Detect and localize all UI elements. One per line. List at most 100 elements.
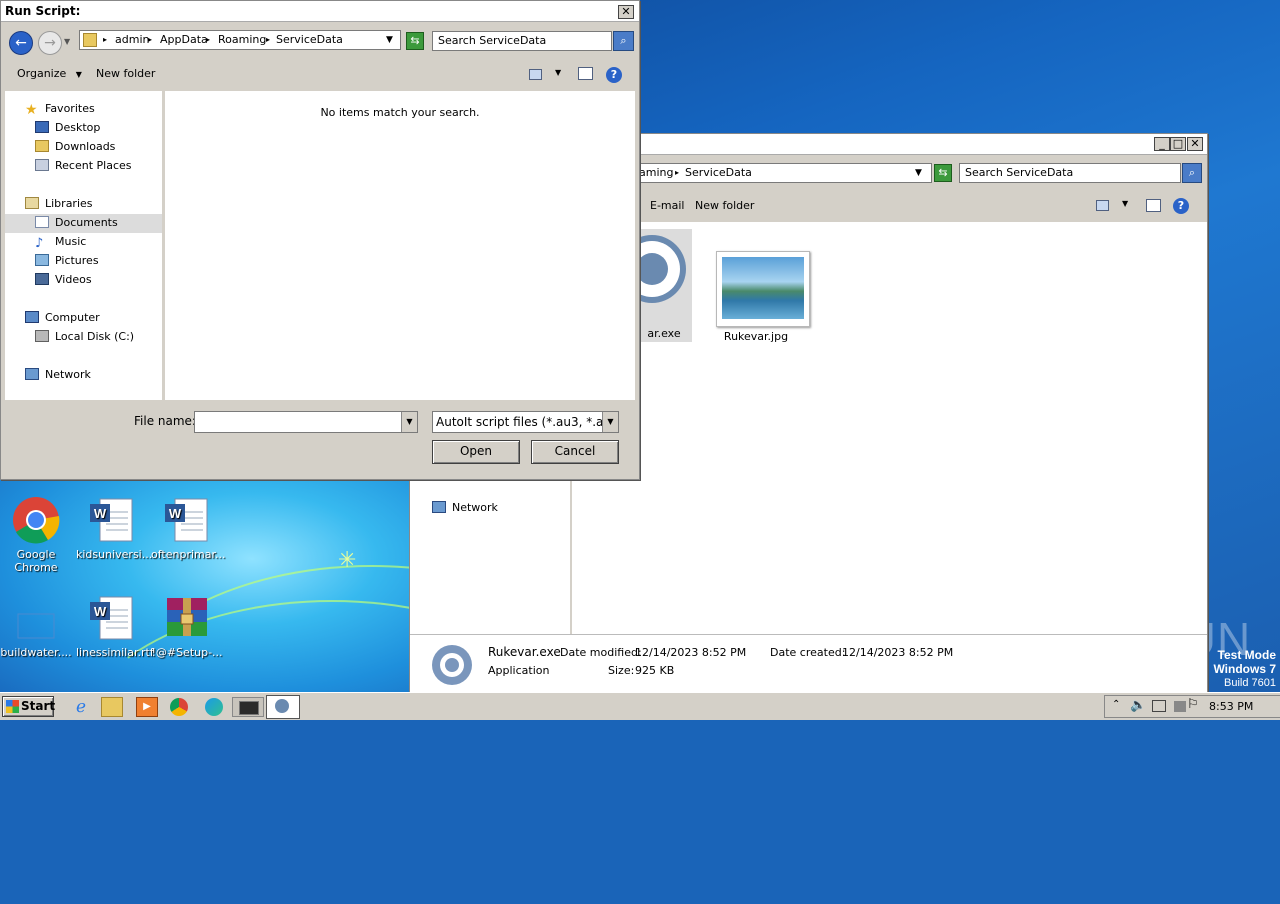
music-icon: ♪: [35, 236, 44, 251]
explorer-icon[interactable]: [101, 697, 123, 717]
desktop-icon-label: oftenprimar...: [151, 548, 226, 561]
clock[interactable]: 8:53 PM: [1209, 700, 1253, 713]
nav-item-computer[interactable]: Computer: [25, 310, 100, 326]
action-center-flag-icon[interactable]: ⚐: [1187, 697, 1199, 712]
close-button[interactable]: ✕: [618, 5, 634, 19]
show-hidden-icons-icon[interactable]: ⌃: [1112, 699, 1120, 710]
views-dropdown-icon[interactable]: ▼: [555, 68, 561, 77]
open-file-dialog[interactable]: Run Script: ✕ ← → ▼ ▸ admin ▸ AppData ▸ …: [0, 0, 640, 480]
dialog-address-bar[interactable]: ▸ admin ▸ AppData ▸ Roaming ▸ ServiceDat…: [79, 30, 401, 50]
file-item-selected[interactable]: ar.exe: [618, 229, 692, 342]
breadcrumb-arrow-icon[interactable]: ▸: [206, 31, 210, 49]
volume-icon[interactable]: 🔈: [1130, 698, 1146, 713]
nav-item-pictures[interactable]: Pictures: [35, 253, 99, 269]
ie-icon[interactable]: ℯ: [70, 697, 92, 717]
breadcrumb-segment[interactable]: Roaming: [218, 31, 266, 49]
back-button[interactable]: ←: [9, 31, 33, 55]
breadcrumb-arrow-icon[interactable]: ▸: [148, 31, 152, 49]
nav-item-libraries[interactable]: Libraries: [25, 196, 93, 212]
open-button[interactable]: Open: [432, 440, 520, 464]
help-icon[interactable]: ?: [1173, 198, 1189, 214]
explorer-search-input[interactable]: Search ServiceData: [959, 163, 1181, 183]
dialog-titlebar[interactable]: Run Script:: [1, 1, 639, 22]
views-icon[interactable]: [1096, 200, 1109, 211]
autoit-icon[interactable]: [266, 695, 300, 719]
winrar-icon: [163, 594, 211, 642]
breadcrumb-arrow-icon[interactable]: ▸: [266, 31, 270, 49]
file-name-dropdown-icon[interactable]: ▼: [401, 412, 417, 432]
views-icon[interactable]: [529, 69, 542, 80]
address-dropdown-icon[interactable]: ▼: [915, 164, 922, 182]
media-player-icon[interactable]: ▶: [136, 697, 158, 717]
breadcrumb-arrow-icon[interactable]: ▸: [675, 164, 679, 182]
nav-item-downloads[interactable]: Downloads: [35, 139, 115, 155]
refresh-icon[interactable]: ⇆: [406, 32, 424, 50]
minimize-button[interactable]: _: [1154, 137, 1170, 151]
dialog-search-input[interactable]: Search ServiceData: [432, 31, 612, 51]
desktop-icon-doc[interactable]: W oftenprimar...: [151, 496, 226, 561]
file-type-dropdown-icon[interactable]: ▼: [602, 412, 618, 432]
nav-label: Network: [452, 501, 498, 514]
dialog-file-list[interactable]: No items match your search.: [165, 91, 635, 400]
desktop-icon-doc[interactable]: W linessimilar.rtf: [76, 594, 154, 659]
desktop-icon-doc[interactable]: W kidsuniversi...: [76, 496, 153, 561]
nav-item-network[interactable]: Network: [25, 367, 91, 383]
nav-item-music[interactable]: ♪ Music: [35, 234, 86, 251]
nav-item-network[interactable]: Network: [432, 500, 498, 516]
file-item[interactable]: Rukevar.jpg: [704, 238, 810, 353]
details-file-type: Application: [488, 664, 550, 677]
details-pane: Rukevar.exe Application Date modified: 1…: [410, 634, 1207, 692]
refresh-icon[interactable]: ⇆: [934, 164, 952, 182]
breadcrumb-segment[interactable]: admin: [115, 31, 149, 49]
desktop-icon-label: linessimilar.rtf: [76, 646, 154, 659]
device-tray-icon[interactable]: [1174, 701, 1186, 712]
desktop-icon-label: buildwater....: [0, 646, 72, 659]
explorer-address-bar[interactable]: aming ▸ ServiceData ▼: [636, 163, 932, 183]
desktop-icon-archive[interactable]: !@#Setup-...: [151, 594, 223, 659]
maximize-button[interactable]: □: [1170, 137, 1186, 151]
breadcrumb-arrow-icon[interactable]: ▸: [103, 31, 107, 49]
preview-pane-icon[interactable]: [1146, 199, 1161, 212]
email-button[interactable]: E-mail: [650, 197, 685, 215]
cancel-button[interactable]: Cancel: [531, 440, 619, 464]
new-folder-button[interactable]: New folder: [695, 197, 754, 215]
windows-logo-icon: [6, 700, 19, 713]
start-button[interactable]: Start: [2, 696, 55, 717]
nav-item-videos[interactable]: Videos: [35, 272, 92, 288]
organize-button[interactable]: Organize ▼: [17, 65, 82, 84]
breadcrumb-segment[interactable]: AppData: [160, 31, 208, 49]
disk-icon: [35, 330, 49, 342]
address-dropdown-icon[interactable]: ▼: [386, 31, 393, 49]
search-icon[interactable]: ⌕: [613, 31, 634, 51]
breadcrumb-segment[interactable]: aming: [639, 164, 673, 182]
edge-icon[interactable]: [205, 698, 223, 716]
nav-item-documents[interactable]: Documents: [35, 215, 118, 231]
details-date-created-label: Date created:: [770, 646, 846, 659]
desktop-icon-file[interactable]: buildwater....: [0, 594, 72, 659]
network-icon: [25, 368, 39, 380]
autoit-icon: [432, 645, 472, 685]
nav-item-recent-places[interactable]: Recent Places: [35, 158, 132, 174]
cmd-icon[interactable]: [232, 697, 264, 717]
history-dropdown-icon[interactable]: ▼: [64, 37, 70, 46]
breadcrumb-segment[interactable]: ServiceData: [685, 164, 752, 182]
help-icon[interactable]: ?: [606, 67, 622, 83]
nav-item-favorites[interactable]: ★ Favorites: [25, 101, 95, 118]
views-dropdown-icon[interactable]: ▼: [1122, 199, 1128, 208]
chrome-icon[interactable]: [170, 698, 188, 716]
nav-item-local-disk[interactable]: Local Disk (C:): [35, 329, 134, 345]
breadcrumb-segment[interactable]: ServiceData: [276, 31, 343, 49]
nav-item-desktop[interactable]: Desktop: [35, 120, 100, 136]
network-tray-icon[interactable]: [1152, 700, 1166, 712]
forward-button[interactable]: →: [38, 31, 62, 55]
build-line: Build 7601: [1224, 677, 1276, 689]
desktop-icon-label: kidsuniversi...: [76, 548, 153, 561]
preview-pane-icon[interactable]: [578, 67, 593, 80]
close-button[interactable]: ✕: [1187, 137, 1203, 151]
desktop-icon-chrome[interactable]: Google Chrome: [0, 496, 72, 574]
search-icon[interactable]: ⌕: [1182, 163, 1202, 183]
file-name-input[interactable]: [194, 411, 418, 433]
details-size: 925 KB: [635, 664, 675, 677]
file-type-select[interactable]: AutoIt script files (*.au3, *.a3x): [432, 411, 619, 433]
new-folder-button[interactable]: New folder: [96, 65, 155, 83]
